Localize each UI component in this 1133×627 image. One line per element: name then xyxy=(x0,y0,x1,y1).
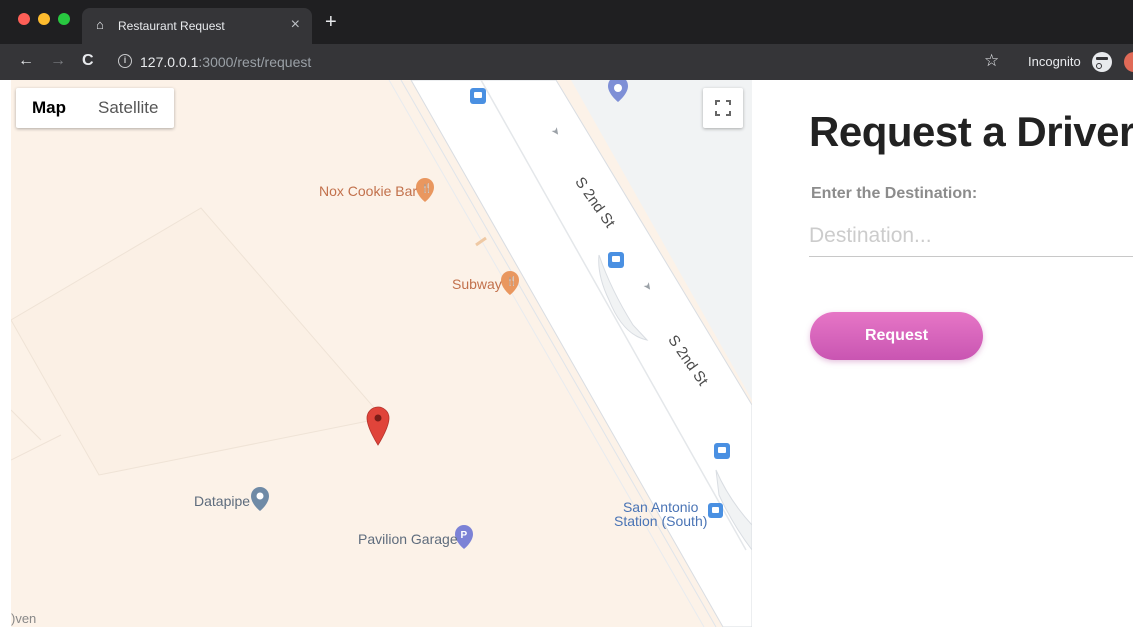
svg-text:🍴: 🍴 xyxy=(421,182,432,194)
url-host: 127.0.0.1 xyxy=(140,54,199,70)
bookmark-star-icon[interactable]: ☆ xyxy=(984,51,999,71)
reload-icon[interactable]: C xyxy=(82,52,94,70)
destination-label: Enter the Destination: xyxy=(811,185,978,202)
browser-tab-bar: ⌂ Restaurant Request × + xyxy=(0,0,1133,44)
poi-label-subway[interactable]: Subway xyxy=(452,276,502,292)
incognito-icon[interactable] xyxy=(1092,52,1112,72)
map-edge-label: )ven xyxy=(11,611,37,626)
fullscreen-icon xyxy=(715,100,731,116)
restaurant-pin-icon[interactable]: 🍴 xyxy=(501,271,519,295)
url-path: :3000/rest/request xyxy=(198,54,312,70)
poi-label-line: Station (South) xyxy=(614,513,708,529)
poi-label-line: San Antonio xyxy=(622,499,699,515)
fullscreen-button[interactable] xyxy=(703,88,743,128)
poi-label-san-antonio-station[interactable]: San Antonio Station (South) xyxy=(614,500,707,528)
page-title: Request a Driver xyxy=(809,108,1133,155)
site-info-icon[interactable]: i xyxy=(118,54,132,68)
bus-stop-icon[interactable] xyxy=(608,252,624,268)
close-tab-icon[interactable]: × xyxy=(291,16,300,34)
close-window-button[interactable] xyxy=(18,13,30,25)
poi-label-nox-cookie-bar[interactable]: Nox Cookie Bar xyxy=(319,183,417,199)
restaurant-pin-icon[interactable]: 🍴 xyxy=(416,178,434,202)
tab-title: Restaurant Request xyxy=(118,19,225,33)
minimize-window-button[interactable] xyxy=(38,13,50,25)
destination-input[interactable] xyxy=(809,215,1133,257)
new-tab-button[interactable]: + xyxy=(325,12,337,32)
request-panel: Request a Driver Enter the Destination: … xyxy=(752,80,1133,627)
map-type-control: Map Satellite xyxy=(16,88,175,128)
incognito-label: Incognito xyxy=(1028,54,1081,69)
profile-avatar[interactable] xyxy=(1124,52,1133,72)
map-type-map[interactable]: Map xyxy=(16,88,82,128)
address-bar[interactable]: 127.0.0.1:3000/rest/request xyxy=(140,54,311,70)
back-arrow-icon[interactable]: ← xyxy=(18,52,34,70)
location-marker-icon[interactable] xyxy=(366,406,390,446)
request-button[interactable]: Request xyxy=(810,312,983,360)
svg-text:P: P xyxy=(461,530,468,541)
browser-toolbar: ← → C i 127.0.0.1:3000/rest/request ☆ In… xyxy=(0,44,1133,80)
bus-stop-icon[interactable] xyxy=(714,443,730,459)
poi-label-datapipe[interactable]: Datapipe xyxy=(194,493,250,509)
google-map[interactable]: ➤ ➤ 🍴 🍴 P Map Satellite Nox Cookie Bar S… xyxy=(11,80,752,627)
building-block-outline xyxy=(11,207,384,476)
bus-stop-icon[interactable] xyxy=(470,88,486,104)
place-pin-icon[interactable] xyxy=(251,487,269,511)
svg-text:🍴: 🍴 xyxy=(506,275,517,287)
home-icon: ⌂ xyxy=(96,17,104,32)
maximize-window-button[interactable] xyxy=(58,13,70,25)
map-type-satellite[interactable]: Satellite xyxy=(82,88,174,128)
forward-arrow-icon[interactable]: → xyxy=(50,52,66,70)
bus-stop-icon[interactable] xyxy=(708,503,723,518)
browser-tab[interactable]: ⌂ Restaurant Request × xyxy=(82,8,312,44)
poi-label-pavilion-garage[interactable]: Pavilion Garage xyxy=(358,531,458,547)
